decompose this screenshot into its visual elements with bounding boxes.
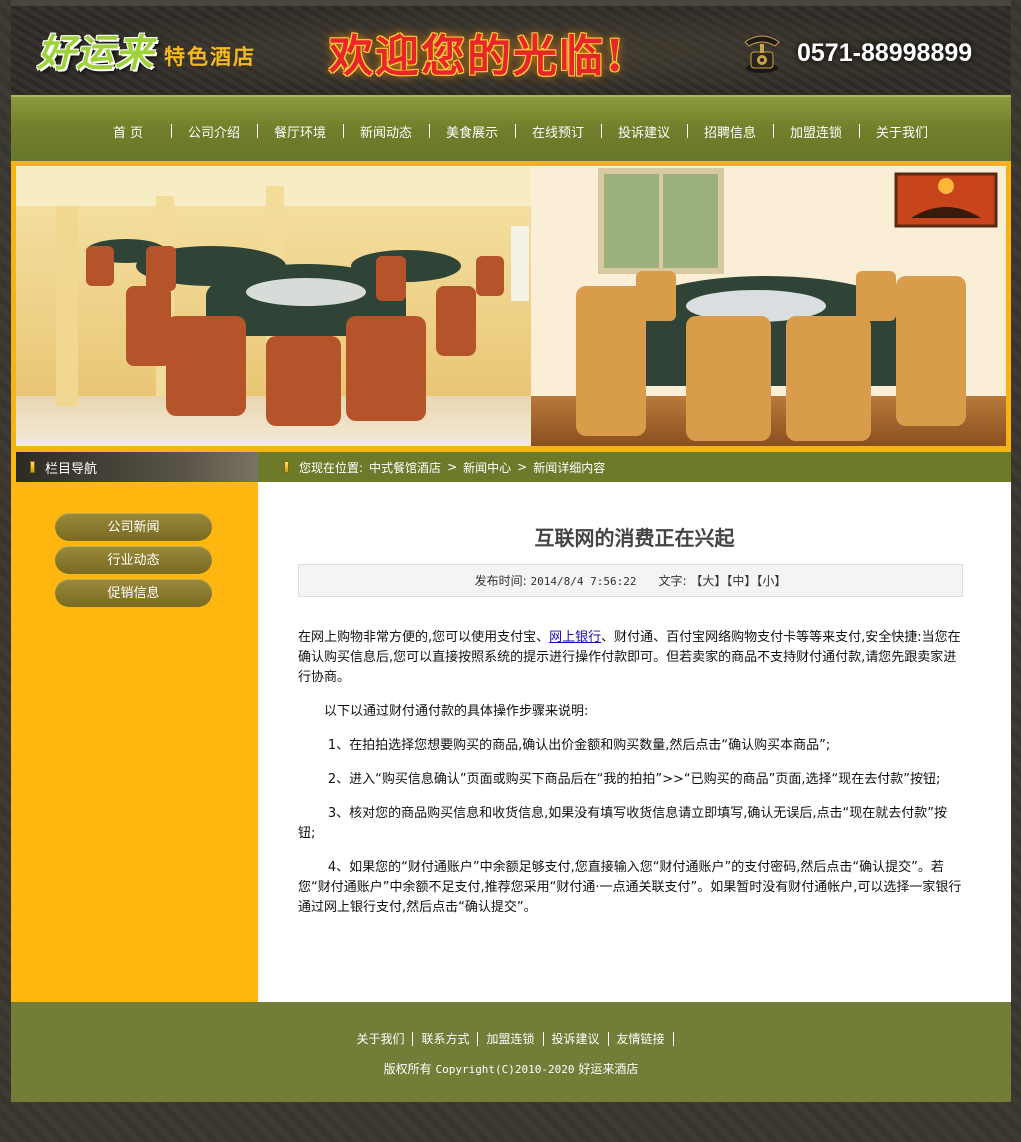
sidebar-title-bar: 栏目导航: [16, 452, 258, 482]
copyright-prefix: 版权所有: [383, 1062, 432, 1076]
sidebar-menu-item[interactable]: 公司新闻: [55, 513, 212, 541]
page-container: 好运来 特色酒店 欢迎您的光临! 0571-88998899 首 页公司介绍 餐厅…: [11, 0, 1011, 1142]
welcome-banner-text: 欢迎您的光临!: [329, 31, 627, 82]
nav-item[interactable]: 餐厅环境: [258, 122, 343, 141]
nav-item[interactable]: 在线预订: [516, 122, 601, 141]
breadcrumb-item[interactable]: 新闻详细内容: [533, 459, 605, 476]
nav-list: 首 页公司介绍 餐厅环境 新闻动态 美食展示 在线预订 投诉建议 招聘信息 加盟连锁 关于我们: [86, 122, 945, 141]
font-size-large-button[interactable]: 【大】: [690, 574, 726, 588]
breadcrumb-item[interactable]: 中式餐馆酒店: [369, 459, 441, 476]
chevron-right-icon: >: [517, 460, 528, 474]
breadcrumb-prefix: 您现在位置:: [299, 460, 364, 475]
footer-links: 关于我们 联系方式 加盟连锁 投诉建议 友情链接: [11, 1030, 1011, 1047]
publish-info: 发布时间: 2014/8/4 7:56:22: [475, 572, 637, 589]
restaurant-banner-image: [16, 166, 1006, 446]
article-paragraph: 3、核对您的商品购买信息和收货信息,如果没有填写收货信息请立即填写,确认无误后,…: [298, 806, 948, 841]
logo-sub-text: 特色酒店: [164, 44, 257, 69]
footer-link[interactable]: 投诉建议: [544, 1030, 608, 1047]
breadcrumb: 您现在位置: 中式餐馆酒店 > 新闻中心 > 新闻详细内容: [258, 452, 1011, 482]
p1-before: 在网上购物非常方便的,您可以使用支付宝、: [298, 630, 550, 645]
article-title: 互联网的消费正在兴起: [534, 526, 735, 550]
copyright-name: 好运来酒店: [578, 1062, 639, 1076]
publish-label: 发布时间:: [474, 574, 527, 588]
breadcrumb-item[interactable]: 新闻中心: [463, 459, 511, 476]
sidebar-title: 栏目导航: [45, 461, 98, 477]
nav-item[interactable]: 新闻动态: [344, 122, 429, 141]
sidebar-menu-item[interactable]: 行业动态: [55, 546, 212, 574]
article-paragraph: 以下以通过财付通付款的具体操作步骤来说明:: [324, 704, 589, 719]
publish-time: 2014/8/4 7:56:22: [530, 575, 637, 588]
footer-separator: [672, 1031, 674, 1046]
telephone-icon: [744, 35, 780, 73]
nav-item[interactable]: 投诉建议: [602, 122, 687, 141]
phone-contact: 0571-88998899: [739, 32, 972, 74]
sidebar-menu-item[interactable]: 促销信息: [55, 579, 212, 607]
footer-link[interactable]: 关于我们: [348, 1030, 412, 1047]
article-paragraph: 4、如果您的“财付通账户”中余额足够支付,您直接输入您“财付通账户”的支付密码,…: [298, 860, 962, 915]
nav-item[interactable]: 首 页: [86, 122, 171, 141]
nav-item[interactable]: 关于我们: [860, 122, 945, 141]
logo-main-text: 好运来: [37, 30, 155, 75]
font-size-small-button[interactable]: 【小】: [756, 574, 786, 588]
footer-link[interactable]: 友情链接: [609, 1030, 673, 1047]
main-nav: 首 页公司介绍 餐厅环境 新闻动态 美食展示 在线预订 投诉建议 招聘信息 加盟连锁 关于我们: [11, 95, 1011, 161]
sidebar-menu: 公司新闻行业动态促销信息: [55, 513, 212, 612]
font-size-label: 文字:: [658, 574, 687, 588]
sidebar: 栏目导航 公司新闻行业动态促销信息: [11, 452, 258, 1002]
article-meta: 发布时间: 2014/8/4 7:56:22 文字: 【大】【中】【小】: [298, 564, 963, 597]
banner: [11, 161, 1011, 452]
chevron-right-icon: >: [447, 460, 458, 474]
site-logo[interactable]: 好运来 特色酒店: [37, 22, 256, 77]
breadcrumb-marker-icon: [284, 461, 289, 473]
copyright-code: Copyright(C)2010-2020: [435, 1063, 575, 1076]
breadcrumb-trail: 您现在位置: 中式餐馆酒店 > 新闻中心 > 新闻详细内容: [299, 459, 605, 476]
online-bank-link[interactable]: 网上银行: [549, 630, 601, 645]
article-paragraph: 1、在拍拍选择您想要购买的商品,确认出价金额和购买数量,然后点击“确认购买本商品…: [327, 738, 831, 753]
title-marker-icon: [30, 461, 35, 473]
nav-item[interactable]: 招聘信息: [688, 122, 773, 141]
nav-item[interactable]: 美食展示: [430, 122, 515, 141]
site-header: 好运来 特色酒店 欢迎您的光临! 0571-88998899: [11, 0, 1011, 95]
nav-item[interactable]: 公司介绍: [172, 122, 257, 141]
article-paragraph: 2、进入“购买信息确认”页面或购买下商品后在“我的拍拍”>>“已购买的商品”页面…: [327, 772, 941, 787]
site-footer: 关于我们 联系方式 加盟连锁 投诉建议 友情链接 版权所有 Copyright(C)20…: [11, 1002, 1011, 1102]
font-size-controls: 文字: 【大】【中】【小】: [658, 572, 786, 589]
copyright: 版权所有 Copyright(C)2010-2020 好运来酒店: [11, 1060, 1011, 1077]
footer-link[interactable]: 联系方式: [413, 1030, 477, 1047]
article-paragraph: 在网上购物非常方便的,您可以使用支付宝、网上银行、财付通、百付宝网络购物支付卡等…: [298, 628, 963, 688]
article-content: 互联网的消费正在兴起 发布时间: 2014/8/4 7:56:22 文字: 【大…: [258, 482, 1011, 1002]
footer-link[interactable]: 加盟连锁: [478, 1030, 542, 1047]
font-size-medium-button[interactable]: 【中】: [726, 574, 756, 588]
nav-item[interactable]: 加盟连锁: [774, 122, 859, 141]
phone-number: 0571-88998899: [797, 38, 973, 67]
article-body: 在网上购物非常方便的,您可以使用支付宝、网上银行、财付通、百付宝网络购物支付卡等…: [298, 628, 963, 932]
